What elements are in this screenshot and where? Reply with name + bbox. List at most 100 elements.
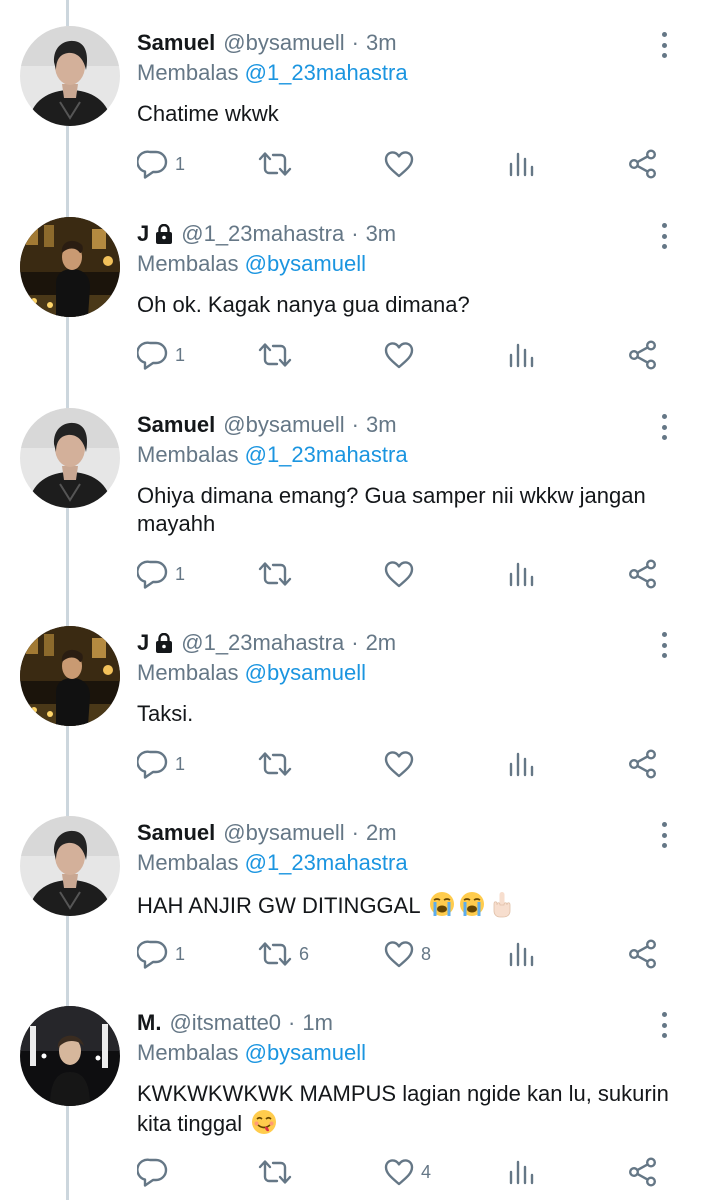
like-button[interactable] (383, 744, 415, 784)
user-handle[interactable]: @1_23mahastra (181, 221, 344, 247)
timestamp[interactable]: 2m (366, 820, 397, 846)
share-button[interactable] (627, 335, 659, 375)
share-button[interactable] (627, 554, 659, 594)
retweet-button[interactable] (257, 144, 293, 184)
avatar-samuel[interactable] (20, 26, 120, 126)
display-name[interactable]: J (137, 221, 149, 247)
timestamp[interactable]: 3m (366, 221, 397, 247)
replying-to: Membalas @bysamuell (137, 251, 366, 277)
retweet-button[interactable]: 6 (257, 934, 309, 974)
replying-to-handle[interactable]: @1_23mahastra (245, 442, 408, 467)
reply-button[interactable]: 1 (137, 934, 185, 974)
reply-icon (137, 340, 169, 370)
retweet-icon (257, 939, 293, 969)
analytics-icon (507, 340, 535, 370)
display-name[interactable]: J (137, 630, 149, 656)
user-handle[interactable]: @bysamuell (223, 820, 344, 846)
analytics-icon (507, 1157, 535, 1187)
replying-to-handle[interactable]: @bysamuell (245, 1040, 366, 1065)
replying-to-handle[interactable]: @1_23mahastra (245, 850, 408, 875)
heart-icon (383, 559, 415, 589)
user-handle[interactable]: @itsmatte0 (169, 1010, 281, 1036)
separator-dot: · (351, 30, 359, 55)
reply-button[interactable]: 1 (137, 144, 185, 184)
replying-to-handle[interactable]: @bysamuell (245, 251, 366, 276)
share-button[interactable] (627, 744, 659, 784)
tweet-text: Ohiya dimana emang? Gua samper nii wkkw … (137, 482, 682, 538)
separator-dot: · (288, 1010, 296, 1035)
tweet-header: Samuel @bysamuell · 2m (137, 818, 397, 848)
like-count: 8 (421, 943, 432, 964)
tweet-text-content: Oh ok. Kagak nanya gua dimana? (137, 292, 470, 317)
share-button[interactable] (627, 1152, 659, 1192)
replying-to: Membalas @1_23mahastra (137, 60, 408, 86)
replying-to-label: Membalas (137, 660, 239, 685)
display-name[interactable]: Samuel (137, 412, 215, 438)
analytics-button[interactable] (507, 554, 535, 594)
reply-icon (137, 1157, 169, 1187)
replying-to-label: Membalas (137, 850, 239, 875)
analytics-button[interactable] (507, 144, 535, 184)
more-options-icon[interactable] (652, 221, 676, 251)
display-name[interactable]: M. (137, 1010, 161, 1036)
lock-icon (155, 224, 173, 244)
avatar-j[interactable] (20, 217, 120, 317)
retweet-icon (257, 149, 293, 179)
avatar-samuel[interactable] (20, 816, 120, 916)
face-savoring-food-icon (250, 1108, 278, 1143)
reply-icon (137, 939, 169, 969)
analytics-button[interactable] (507, 335, 535, 375)
more-options-icon[interactable] (652, 1010, 676, 1040)
timestamp[interactable]: 1m (302, 1010, 333, 1036)
share-icon (627, 938, 659, 970)
analytics-button[interactable] (507, 934, 535, 974)
reply-button[interactable]: 1 (137, 554, 185, 594)
display-name[interactable]: Samuel (137, 30, 215, 56)
separator-dot: · (351, 412, 359, 437)
share-button[interactable] (627, 934, 659, 974)
reply-button[interactable]: 1 (137, 744, 185, 784)
share-icon (627, 148, 659, 180)
analytics-icon (507, 749, 535, 779)
reply-icon (137, 749, 169, 779)
user-handle[interactable]: @bysamuell (223, 30, 344, 56)
retweet-button[interactable] (257, 335, 293, 375)
more-options-icon[interactable] (652, 412, 676, 442)
timestamp[interactable]: 3m (366, 412, 397, 438)
retweet-button[interactable] (257, 554, 293, 594)
reply-count: 1 (175, 153, 186, 174)
separator-dot: · (351, 820, 359, 845)
analytics-button[interactable] (507, 1152, 535, 1192)
replying-to-handle[interactable]: @bysamuell (245, 660, 366, 685)
heart-icon (383, 149, 415, 179)
reply-button[interactable] (137, 1152, 169, 1192)
like-button[interactable] (383, 335, 415, 375)
replying-to-handle[interactable]: @1_23mahastra (245, 60, 408, 85)
analytics-icon (507, 559, 535, 589)
display-name[interactable]: Samuel (137, 820, 215, 846)
like-button[interactable] (383, 144, 415, 184)
timestamp[interactable]: 3m (366, 30, 397, 56)
more-options-icon[interactable] (652, 820, 676, 850)
reply-button[interactable]: 1 (137, 335, 185, 375)
reply-count: 1 (175, 344, 186, 365)
more-options-icon[interactable] (652, 630, 676, 660)
share-button[interactable] (627, 144, 659, 184)
like-button[interactable]: 8 (383, 934, 431, 974)
analytics-button[interactable] (507, 744, 535, 784)
avatar-m[interactable] (20, 1006, 120, 1106)
reply-count: 1 (175, 943, 186, 964)
avatar-j[interactable] (20, 626, 120, 726)
timestamp[interactable]: 2m (366, 630, 397, 656)
user-handle[interactable]: @1_23mahastra (181, 630, 344, 656)
like-button[interactable] (383, 554, 415, 594)
more-options-icon[interactable] (652, 30, 676, 60)
retweet-button[interactable] (257, 744, 293, 784)
tweet-text-content: KWKWKWKWK MAMPUS lagian ngide kan lu, su… (137, 1081, 669, 1136)
tweet-text: Oh ok. Kagak nanya gua dimana? (137, 291, 682, 319)
like-button[interactable]: 4 (383, 1152, 431, 1192)
avatar-samuel[interactable] (20, 408, 120, 508)
user-handle[interactable]: @bysamuell (223, 412, 344, 438)
tweet-text-content: Ohiya dimana emang? Gua samper nii wkkw … (137, 483, 646, 536)
retweet-button[interactable] (257, 1152, 293, 1192)
